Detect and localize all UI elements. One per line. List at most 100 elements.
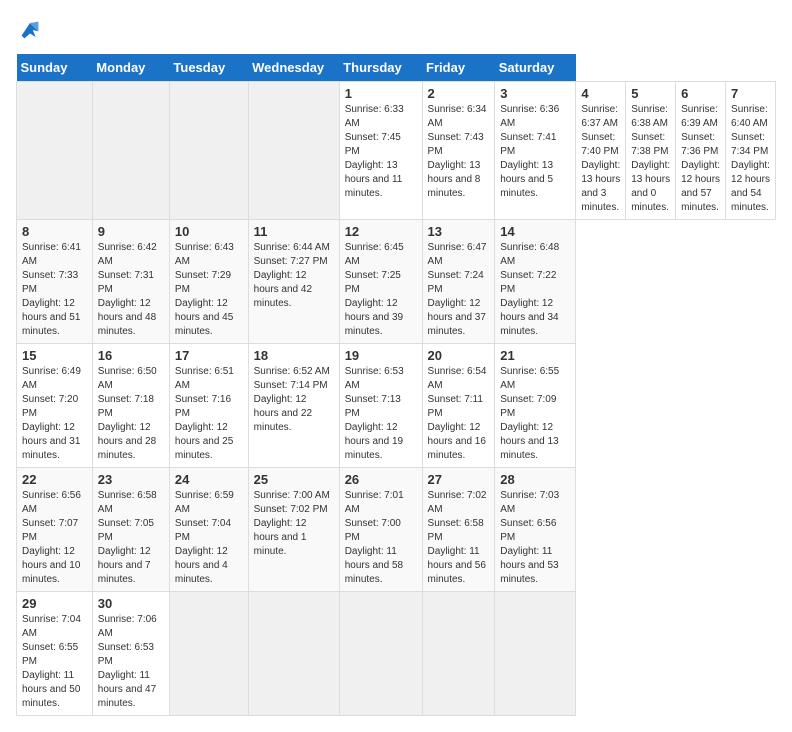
day-number: 11 [254, 224, 334, 239]
day-number: 17 [175, 348, 243, 363]
calendar-cell: 30 Sunrise: 7:06 AMSunset: 6:53 PMDaylig… [92, 592, 169, 716]
day-info: Sunrise: 6:54 AMSunset: 7:11 PMDaylight:… [428, 366, 487, 461]
calendar-cell: 26 Sunrise: 7:01 AMSunset: 7:00 PMDaylig… [339, 468, 422, 592]
weekday-monday: Monday [92, 54, 169, 82]
day-number: 27 [428, 472, 490, 487]
calendar-cell: 27 Sunrise: 7:02 AMSunset: 6:58 PMDaylig… [422, 468, 495, 592]
day-number: 3 [500, 86, 570, 101]
calendar-cell [495, 592, 576, 716]
day-info: Sunrise: 7:01 AMSunset: 7:00 PMDaylight:… [345, 490, 404, 585]
day-info: Sunrise: 7:06 AMSunset: 6:53 PMDaylight:… [98, 614, 157, 709]
calendar-cell: 5 Sunrise: 6:38 AMSunset: 7:38 PMDayligh… [626, 82, 676, 220]
calendar-cell: 29 Sunrise: 7:04 AMSunset: 6:55 PMDaylig… [17, 592, 93, 716]
calendar-week-5: 29 Sunrise: 7:04 AMSunset: 6:55 PMDaylig… [17, 592, 776, 716]
calendar-cell: 7 Sunrise: 6:40 AMSunset: 7:34 PMDayligh… [726, 82, 776, 220]
day-info: Sunrise: 6:41 AMSunset: 7:33 PMDaylight:… [22, 242, 81, 337]
day-info: Sunrise: 6:50 AMSunset: 7:18 PMDaylight:… [98, 366, 157, 461]
day-number: 18 [254, 348, 334, 363]
day-number: 7 [731, 86, 770, 101]
day-number: 2 [428, 86, 490, 101]
calendar-cell: 24 Sunrise: 6:59 AMSunset: 7:04 PMDaylig… [169, 468, 248, 592]
calendar-cell: 3 Sunrise: 6:36 AMSunset: 7:41 PMDayligh… [495, 82, 576, 220]
day-number: 23 [98, 472, 164, 487]
day-info: Sunrise: 7:04 AMSunset: 6:55 PMDaylight:… [22, 614, 81, 709]
calendar-cell [248, 82, 339, 220]
day-info: Sunrise: 6:48 AMSunset: 7:22 PMDaylight:… [500, 242, 559, 337]
day-info: Sunrise: 6:44 AMSunset: 7:27 PMDaylight:… [254, 242, 330, 309]
weekday-sunday: Sunday [17, 54, 93, 82]
calendar-cell: 8 Sunrise: 6:41 AMSunset: 7:33 PMDayligh… [17, 220, 93, 344]
calendar-cell: 14 Sunrise: 6:48 AMSunset: 7:22 PMDaylig… [495, 220, 576, 344]
day-info: Sunrise: 6:53 AMSunset: 7:13 PMDaylight:… [345, 366, 404, 461]
day-number: 16 [98, 348, 164, 363]
weekday-tuesday: Tuesday [169, 54, 248, 82]
day-info: Sunrise: 6:43 AMSunset: 7:29 PMDaylight:… [175, 242, 234, 337]
weekday-saturday: Saturday [495, 54, 576, 82]
calendar-cell: 2 Sunrise: 6:34 AMSunset: 7:43 PMDayligh… [422, 82, 495, 220]
day-number: 30 [98, 596, 164, 611]
calendar-cell: 1 Sunrise: 6:33 AMSunset: 7:45 PMDayligh… [339, 82, 422, 220]
calendar-cell: 23 Sunrise: 6:58 AMSunset: 7:05 PMDaylig… [92, 468, 169, 592]
day-info: Sunrise: 7:00 AMSunset: 7:02 PMDaylight:… [254, 490, 330, 557]
calendar-cell: 16 Sunrise: 6:50 AMSunset: 7:18 PMDaylig… [92, 344, 169, 468]
calendar-cell [17, 82, 93, 220]
calendar-week-4: 22 Sunrise: 6:56 AMSunset: 7:07 PMDaylig… [17, 468, 776, 592]
calendar-cell: 17 Sunrise: 6:51 AMSunset: 7:16 PMDaylig… [169, 344, 248, 468]
day-info: Sunrise: 6:45 AMSunset: 7:25 PMDaylight:… [345, 242, 404, 337]
day-info: Sunrise: 6:55 AMSunset: 7:09 PMDaylight:… [500, 366, 559, 461]
day-number: 14 [500, 224, 570, 239]
day-info: Sunrise: 6:37 AMSunset: 7:40 PMDaylight:… [581, 104, 620, 213]
calendar-cell [248, 592, 339, 716]
day-info: Sunrise: 6:52 AMSunset: 7:14 PMDaylight:… [254, 366, 330, 433]
day-number: 6 [681, 86, 720, 101]
day-number: 24 [175, 472, 243, 487]
weekday-friday: Friday [422, 54, 495, 82]
calendar-cell: 6 Sunrise: 6:39 AMSunset: 7:36 PMDayligh… [676, 82, 726, 220]
calendar-week-3: 15 Sunrise: 6:49 AMSunset: 7:20 PMDaylig… [17, 344, 776, 468]
weekday-thursday: Thursday [339, 54, 422, 82]
calendar-cell: 13 Sunrise: 6:47 AMSunset: 7:24 PMDaylig… [422, 220, 495, 344]
day-number: 21 [500, 348, 570, 363]
day-number: 8 [22, 224, 87, 239]
day-info: Sunrise: 7:03 AMSunset: 6:56 PMDaylight:… [500, 490, 559, 585]
day-info: Sunrise: 6:59 AMSunset: 7:04 PMDaylight:… [175, 490, 234, 585]
day-number: 15 [22, 348, 87, 363]
day-number: 13 [428, 224, 490, 239]
day-number: 29 [22, 596, 87, 611]
calendar-cell: 25 Sunrise: 7:00 AMSunset: 7:02 PMDaylig… [248, 468, 339, 592]
day-info: Sunrise: 6:42 AMSunset: 7:31 PMDaylight:… [98, 242, 157, 337]
calendar-cell: 21 Sunrise: 6:55 AMSunset: 7:09 PMDaylig… [495, 344, 576, 468]
day-number: 4 [581, 86, 620, 101]
page-header [16, 16, 776, 44]
weekday-wednesday: Wednesday [248, 54, 339, 82]
calendar-cell: 28 Sunrise: 7:03 AMSunset: 6:56 PMDaylig… [495, 468, 576, 592]
day-info: Sunrise: 6:47 AMSunset: 7:24 PMDaylight:… [428, 242, 487, 337]
day-number: 26 [345, 472, 417, 487]
day-number: 19 [345, 348, 417, 363]
day-info: Sunrise: 6:39 AMSunset: 7:36 PMDaylight:… [681, 104, 720, 213]
calendar-week-2: 8 Sunrise: 6:41 AMSunset: 7:33 PMDayligh… [17, 220, 776, 344]
calendar-cell: 10 Sunrise: 6:43 AMSunset: 7:29 PMDaylig… [169, 220, 248, 344]
day-info: Sunrise: 6:34 AMSunset: 7:43 PMDaylight:… [428, 104, 487, 199]
calendar-cell [169, 592, 248, 716]
day-info: Sunrise: 6:51 AMSunset: 7:16 PMDaylight:… [175, 366, 234, 461]
day-number: 1 [345, 86, 417, 101]
day-info: Sunrise: 6:58 AMSunset: 7:05 PMDaylight:… [98, 490, 157, 585]
logo [16, 16, 48, 44]
logo-icon [16, 16, 44, 44]
calendar-cell: 4 Sunrise: 6:37 AMSunset: 7:40 PMDayligh… [576, 82, 626, 220]
day-number: 5 [631, 86, 670, 101]
day-info: Sunrise: 7:02 AMSunset: 6:58 PMDaylight:… [428, 490, 487, 585]
day-number: 10 [175, 224, 243, 239]
calendar-week-1: 1 Sunrise: 6:33 AMSunset: 7:45 PMDayligh… [17, 82, 776, 220]
day-number: 9 [98, 224, 164, 239]
calendar-cell: 15 Sunrise: 6:49 AMSunset: 7:20 PMDaylig… [17, 344, 93, 468]
calendar-cell [339, 592, 422, 716]
weekday-header-row: SundayMondayTuesdayWednesdayThursdayFrid… [17, 54, 776, 82]
calendar-cell: 12 Sunrise: 6:45 AMSunset: 7:25 PMDaylig… [339, 220, 422, 344]
calendar-cell [92, 82, 169, 220]
day-info: Sunrise: 6:40 AMSunset: 7:34 PMDaylight:… [731, 104, 770, 213]
calendar-table: SundayMondayTuesdayWednesdayThursdayFrid… [16, 54, 776, 716]
calendar-cell: 20 Sunrise: 6:54 AMSunset: 7:11 PMDaylig… [422, 344, 495, 468]
calendar-cell: 11 Sunrise: 6:44 AMSunset: 7:27 PMDaylig… [248, 220, 339, 344]
